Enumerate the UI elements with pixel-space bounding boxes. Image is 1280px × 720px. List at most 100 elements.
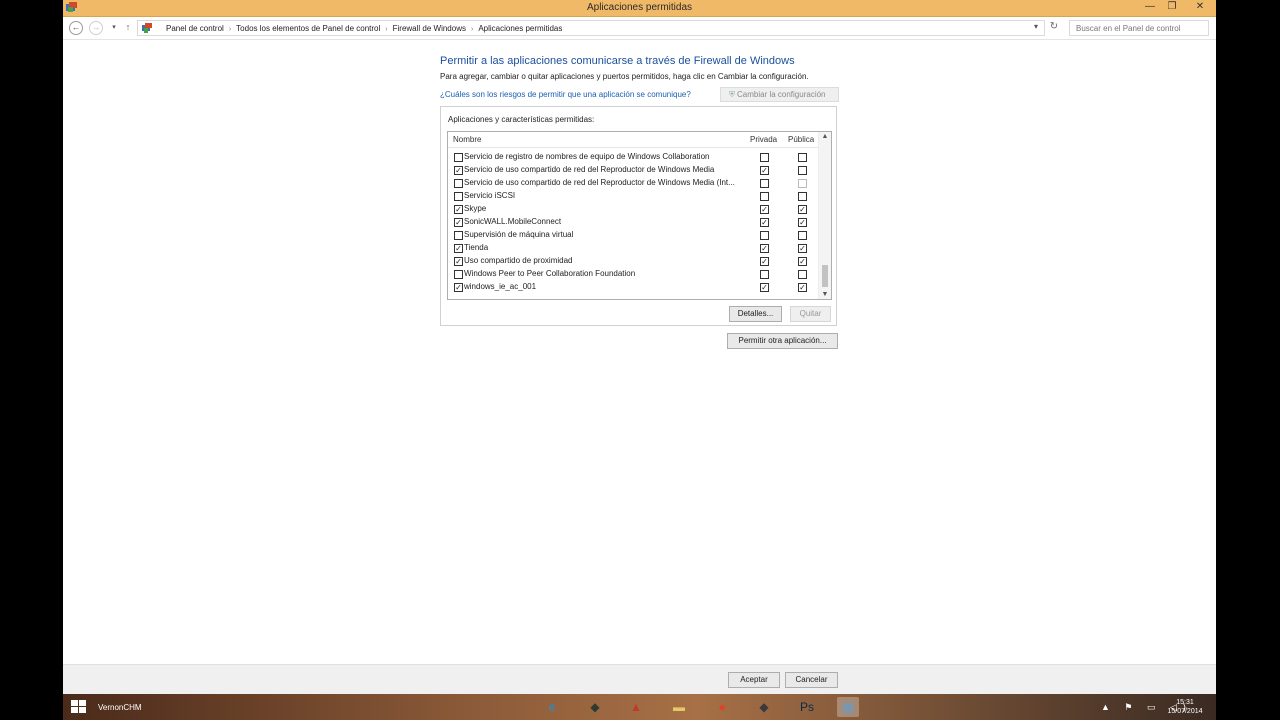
allow-other-app-button[interactable]: Permitir otra aplicación... (727, 333, 838, 349)
maximize-button[interactable]: ❐ (1160, 0, 1184, 15)
public-checkbox[interactable] (798, 153, 807, 162)
photoshop-icon[interactable]: Ps (796, 697, 818, 717)
column-header-private[interactable]: Privada (750, 135, 777, 144)
private-checkbox[interactable] (760, 179, 769, 188)
table-row[interactable]: windows_ie_ac_001 (448, 281, 820, 294)
clock[interactable]: 15:31 15/07/2014 (1163, 698, 1207, 716)
public-checkbox[interactable] (798, 218, 807, 227)
scroll-down-icon[interactable]: ▼ (819, 291, 831, 298)
app-enabled-checkbox[interactable] (454, 257, 463, 266)
change-settings-label: Cambiar la configuración (737, 90, 826, 99)
private-checkbox[interactable] (760, 192, 769, 201)
up-button[interactable]: ↑ (121, 21, 135, 35)
file-explorer-icon[interactable]: ▬ (668, 697, 690, 717)
table-row[interactable]: Servicio de registro de nombres de equip… (448, 151, 820, 164)
change-settings-button[interactable]: ⛨ Cambiar la configuración (720, 87, 839, 102)
chevron-down-icon[interactable]: ▾ (1034, 22, 1038, 31)
app-enabled-checkbox[interactable] (454, 192, 463, 201)
close-button[interactable]: ✕ (1184, 0, 1216, 15)
public-checkbox[interactable] (798, 166, 807, 175)
public-checkbox[interactable] (798, 257, 807, 266)
table-row[interactable]: Servicio de uso compartido de red del Re… (448, 177, 820, 190)
private-checkbox[interactable] (760, 257, 769, 266)
app-enabled-checkbox[interactable] (454, 283, 463, 292)
table-row[interactable]: Supervisión de máquina virtual (448, 229, 820, 242)
public-checkbox[interactable] (798, 244, 807, 253)
app-name: Servicio de registro de nombres de equip… (464, 152, 710, 161)
public-checkbox[interactable] (798, 283, 807, 292)
control-panel-icon[interactable]: ▦ (837, 697, 859, 717)
table-row[interactable]: SonicWALL.MobileConnect (448, 216, 820, 229)
window-title: Aplicaciones permitidas (586, 2, 693, 13)
vertical-scrollbar[interactable]: ▲ ▼ (818, 132, 831, 299)
public-checkbox[interactable] (798, 205, 807, 214)
app-enabled-checkbox[interactable] (454, 153, 463, 162)
cancel-button[interactable]: Cancelar (785, 672, 838, 688)
breadcrumb-item[interactable]: Todos los elementos de Panel de control (236, 24, 380, 33)
control-panel-icon (142, 23, 152, 33)
chrome-icon[interactable]: ● (711, 697, 733, 717)
private-checkbox[interactable] (760, 283, 769, 292)
app-name: SonicWALL.MobileConnect (464, 217, 562, 226)
app-wing-icon[interactable]: ▲ (625, 697, 647, 717)
internet-explorer-icon[interactable]: e (541, 697, 563, 717)
app-name: Skype (464, 204, 487, 213)
ok-button[interactable]: Aceptar (728, 672, 780, 688)
private-checkbox[interactable] (760, 205, 769, 214)
public-checkbox[interactable] (798, 179, 807, 188)
app-enabled-checkbox[interactable] (454, 218, 463, 227)
scroll-up-icon[interactable]: ▲ (819, 133, 831, 140)
windows-start-icon[interactable] (71, 700, 87, 714)
app-name: Tienda (464, 243, 489, 252)
app-enabled-checkbox[interactable] (454, 179, 463, 188)
search-input[interactable]: Buscar en el Panel de control (1069, 20, 1209, 36)
public-checkbox[interactable] (798, 192, 807, 201)
private-checkbox[interactable] (760, 166, 769, 175)
breadcrumb-item[interactable]: Panel de control (166, 24, 224, 33)
public-checkbox[interactable] (798, 231, 807, 240)
scroll-thumb[interactable] (822, 265, 828, 287)
private-checkbox[interactable] (760, 218, 769, 227)
column-header-public[interactable]: Pública (788, 135, 814, 144)
clock-time: 15:31 (1176, 699, 1194, 706)
app-cube-icon[interactable]: ◆ (753, 697, 775, 717)
chevron-right-icon[interactable]: › (385, 26, 387, 33)
chevron-right-icon[interactable]: › (471, 26, 473, 33)
dialog-footer: Aceptar Cancelar (63, 664, 1216, 694)
address-path-box[interactable]: Panel de control › Todos los elementos de … (137, 20, 1045, 36)
breadcrumb-item[interactable]: Firewall de Windows (393, 24, 466, 33)
private-checkbox[interactable] (760, 244, 769, 253)
refresh-icon[interactable]: ↻ (1047, 21, 1061, 32)
app-enabled-checkbox[interactable] (454, 270, 463, 279)
column-header-name[interactable]: Nombre (453, 135, 481, 144)
group-label: Aplicaciones y características permitida… (448, 115, 595, 124)
table-row[interactable]: Uso compartido de proximidad (448, 255, 820, 268)
details-button[interactable]: Detalles... (729, 306, 782, 322)
private-checkbox[interactable] (760, 270, 769, 279)
app-diamond-icon[interactable]: ◆ (584, 697, 606, 717)
app-enabled-checkbox[interactable] (454, 244, 463, 253)
table-row[interactable]: Skype (448, 203, 820, 216)
taskbar: VernonCHM e ◆ ▲ ▬ ● ◆ Ps ▦ ▲ ⚑ ▭ ◁) 15:31 15/07… (63, 694, 1216, 720)
allowed-apps-window: Aplicaciones permitidas — ❐ ✕ ← → ▾ ↑ Pa… (63, 0, 1216, 694)
table-row[interactable]: Windows Peer to Peer Collaboration Found… (448, 268, 820, 281)
private-checkbox[interactable] (760, 231, 769, 240)
table-row[interactable]: Tienda (448, 242, 820, 255)
forward-button[interactable]: → (89, 21, 103, 35)
risks-link[interactable]: ¿Cuáles son los riesgos de permitir que … (440, 90, 691, 99)
public-checkbox[interactable] (798, 270, 807, 279)
history-dropdown-button[interactable]: ▾ (107, 21, 121, 35)
breadcrumb-item[interactable]: Aplicaciones permitidas (478, 24, 562, 33)
minimize-button[interactable]: — (1138, 0, 1162, 15)
back-button[interactable]: ← (69, 21, 83, 35)
app-enabled-checkbox[interactable] (454, 205, 463, 214)
list-header: Nombre Privada Pública (448, 132, 820, 148)
table-row[interactable]: Servicio iSCSI (448, 190, 820, 203)
private-checkbox[interactable] (760, 153, 769, 162)
remove-button[interactable]: Quitar (790, 306, 831, 322)
app-enabled-checkbox[interactable] (454, 166, 463, 175)
app-enabled-checkbox[interactable] (454, 231, 463, 240)
allowed-apps-group: Aplicaciones y características permitida… (440, 106, 837, 326)
chevron-right-icon[interactable]: › (229, 26, 231, 33)
table-row[interactable]: Servicio de uso compartido de red del Re… (448, 164, 820, 177)
